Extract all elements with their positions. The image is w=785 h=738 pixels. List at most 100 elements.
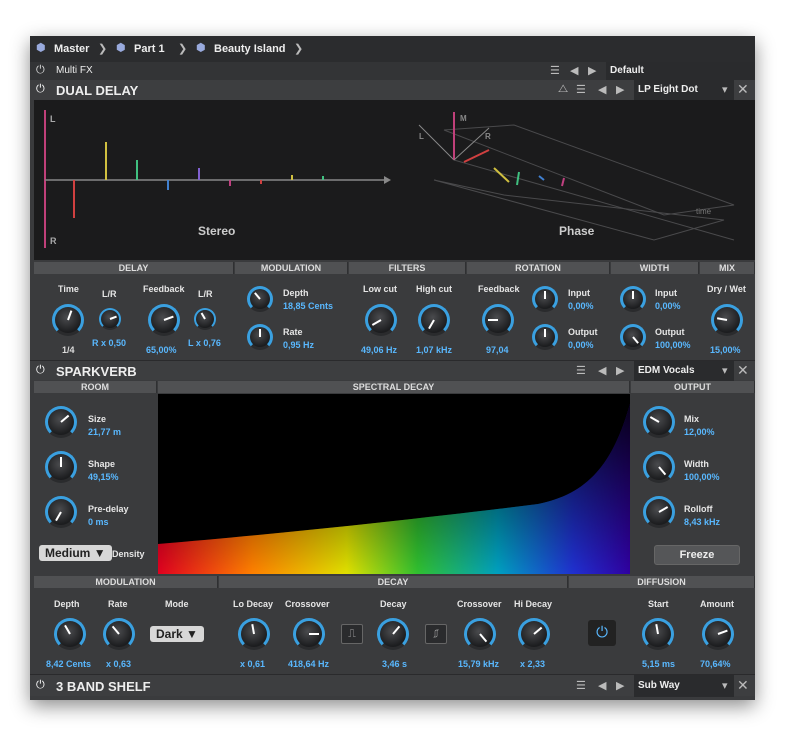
hidecay-value: x 2,33 (520, 659, 546, 669)
start-knob[interactable] (642, 618, 674, 650)
shape-knob[interactable] (45, 451, 77, 483)
power-icon[interactable]: ⏻ (36, 364, 45, 377)
power-icon[interactable]: ⏻ (36, 679, 45, 692)
menu-icon[interactable]: ☰ (576, 364, 586, 377)
sparkverb-preset[interactable]: EDM Vocals (638, 365, 695, 376)
lodecay-knob[interactable] (238, 618, 270, 650)
lr1-knob[interactable] (99, 308, 121, 330)
predelay-knob[interactable] (45, 496, 77, 528)
breadcrumb-part[interactable]: Part 1 (134, 43, 165, 55)
diffusion-power-button[interactable]: ⏻ (588, 620, 616, 646)
rolloff-knob[interactable] (643, 496, 675, 528)
crossover-high-knob[interactable] (464, 618, 496, 650)
power-icon[interactable]: ⏻ (36, 83, 45, 96)
next-preset-icon[interactable]: ▶ (616, 679, 624, 692)
sparkverb-header: ⏻ SPARKVERB ☰ ◀ ▶ EDM Vocals ▾ ✕ (30, 360, 755, 381)
rolloff-label: Rolloff (684, 504, 713, 514)
breadcrumb: ⬢ Master ❯ ⬢ Part 1 ❯ ⬢ Beauty Island ❯ (30, 36, 755, 62)
section-width: WIDTH (611, 262, 699, 274)
rotation-input-value: 0,00% (568, 301, 594, 311)
mod-depth-knob[interactable] (54, 618, 86, 650)
dropdown-icon[interactable]: ▾ (722, 364, 728, 377)
width-input-knob[interactable] (620, 286, 646, 312)
mod-rate-knob[interactable] (103, 618, 135, 650)
close-icon[interactable]: ✕ (737, 362, 749, 379)
section-rotation: ROTATION (467, 262, 610, 274)
rotation-feedback-label: Feedback (478, 284, 520, 294)
rotation-output-knob[interactable] (532, 324, 558, 350)
shape-value: 49,15% (88, 472, 119, 482)
dual-delay-preset[interactable]: LP Eight Dot (638, 84, 698, 95)
cube-icon: ⬢ (36, 42, 46, 54)
mode-selected: Dark (156, 627, 183, 641)
mix-knob[interactable] (643, 406, 675, 438)
freeze-button[interactable]: Freeze (654, 545, 740, 565)
size-value: 21,77 m (88, 427, 122, 437)
highcut-value: 1,07 kHz (416, 345, 453, 355)
rate-knob[interactable] (247, 324, 273, 350)
drywet-knob[interactable] (711, 304, 743, 336)
menu-icon[interactable]: ☰ (576, 679, 586, 692)
time-value: 1/4 (62, 345, 75, 355)
menu-icon[interactable]: ☰ (550, 64, 560, 77)
metronome-icon[interactable]: ⧍ (558, 83, 568, 96)
prev-preset-icon[interactable]: ◀ (598, 364, 606, 377)
prev-preset-icon[interactable]: ◀ (598, 679, 606, 692)
drywet-label: Dry / Wet (707, 284, 746, 294)
phase-l-label: L (419, 132, 424, 141)
crossover-low-knob[interactable] (293, 618, 325, 650)
lowcut-value: 49,06 Hz (361, 345, 398, 355)
amount-label: Amount (700, 599, 734, 609)
breadcrumb-master[interactable]: Master (54, 43, 89, 55)
decay-knob[interactable] (377, 618, 409, 650)
right-channel-label: R (50, 236, 57, 246)
low-shelf-button[interactable]: ⎍ (341, 624, 363, 644)
rolloff-value: 8,43 kHz (684, 517, 721, 527)
density-label: Density (112, 549, 145, 559)
phase-label: Phase (559, 224, 595, 238)
shelf-preset[interactable]: Sub Way (638, 680, 680, 691)
density-dropdown[interactable]: Medium ▼ (39, 545, 112, 561)
prev-preset-icon[interactable]: ◀ (570, 64, 578, 77)
prev-preset-icon[interactable]: ◀ (598, 83, 606, 96)
close-icon[interactable]: ✕ (737, 677, 749, 694)
dropdown-icon[interactable]: ▾ (722, 679, 728, 692)
power-icon[interactable]: ⏻ (36, 64, 45, 77)
breadcrumb-beauty-island[interactable]: Beauty Island (214, 43, 286, 55)
lowcut-knob[interactable] (365, 304, 397, 336)
rotation-input-knob[interactable] (532, 286, 558, 312)
width-input-value: 0,00% (655, 301, 681, 311)
feedback-knob[interactable] (148, 304, 180, 336)
mode-dropdown[interactable]: Dark ▼ (150, 626, 204, 642)
size-knob[interactable] (45, 406, 77, 438)
dropdown-icon[interactable]: ▾ (722, 83, 728, 96)
width-input-label: Input (655, 288, 677, 298)
next-preset-icon[interactable]: ▶ (588, 64, 596, 77)
high-shelf-button[interactable]: ⎎ (425, 624, 447, 644)
amount-knob[interactable] (702, 618, 734, 650)
highcut-label: High cut (416, 284, 452, 294)
highcut-knob[interactable] (418, 304, 450, 336)
lr2-knob[interactable] (194, 308, 216, 330)
width-output-knob[interactable] (620, 324, 646, 350)
close-icon[interactable]: ✕ (737, 81, 749, 98)
drywet-value: 15,00% (710, 345, 741, 355)
time-knob[interactable] (52, 304, 84, 336)
cube-icon: ⬢ (196, 42, 206, 54)
section-diffusion: DIFFUSION (569, 576, 755, 588)
width-knob[interactable] (643, 451, 675, 483)
hidecay-knob[interactable] (518, 618, 550, 650)
depth-label: Depth (283, 288, 309, 298)
width-output-label: Output (655, 327, 685, 337)
phase-m-label: M (460, 114, 467, 123)
multifx-preset[interactable]: Default (610, 65, 644, 76)
lr1-label: L/R (102, 289, 117, 299)
next-preset-icon[interactable]: ▶ (616, 364, 624, 377)
depth-knob[interactable] (247, 286, 273, 312)
rotation-feedback-knob[interactable] (482, 304, 514, 336)
section-modulation: MODULATION (34, 576, 218, 588)
multifx-title: Multi FX (56, 65, 93, 76)
next-preset-icon[interactable]: ▶ (616, 83, 624, 96)
menu-icon[interactable]: ☰ (576, 83, 586, 96)
rotation-output-label: Output (568, 327, 598, 337)
